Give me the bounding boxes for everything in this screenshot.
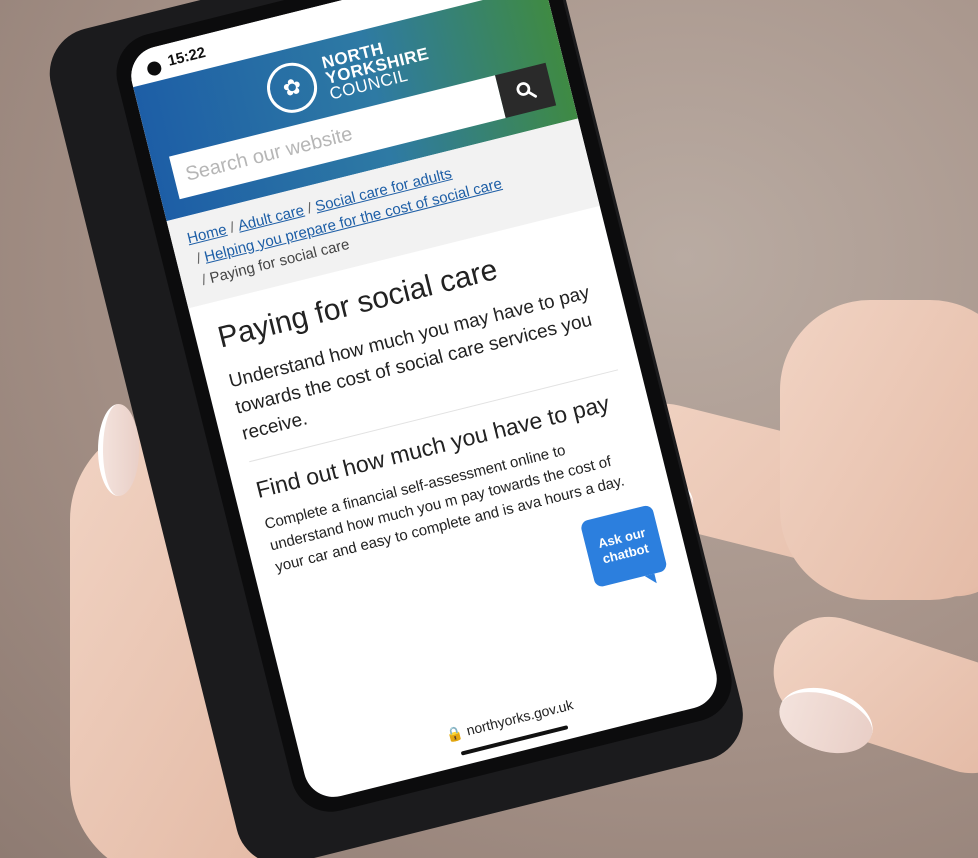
logo-text: NORTH YORKSHIRE COUNCIL	[320, 30, 434, 104]
status-time: 15:22	[165, 43, 208, 70]
chatbot-button[interactable]: Ask our chatbot	[579, 504, 668, 589]
right-hand-fingers	[780, 300, 978, 600]
search-button[interactable]	[495, 62, 557, 118]
url-text: northyorks.gov.uk	[464, 696, 575, 739]
photo-scene: 15:22 ▂▄▆ 5G ▮ ✿ NORTH YORKSHIRE COUNCIL	[0, 0, 978, 858]
chatbot-label: Ask our chatbot	[596, 524, 651, 567]
rose-icon: ✿	[261, 57, 323, 119]
search-icon	[516, 82, 537, 98]
left-thumb-nail	[98, 404, 139, 496]
lock-icon: 🔒	[444, 723, 465, 744]
